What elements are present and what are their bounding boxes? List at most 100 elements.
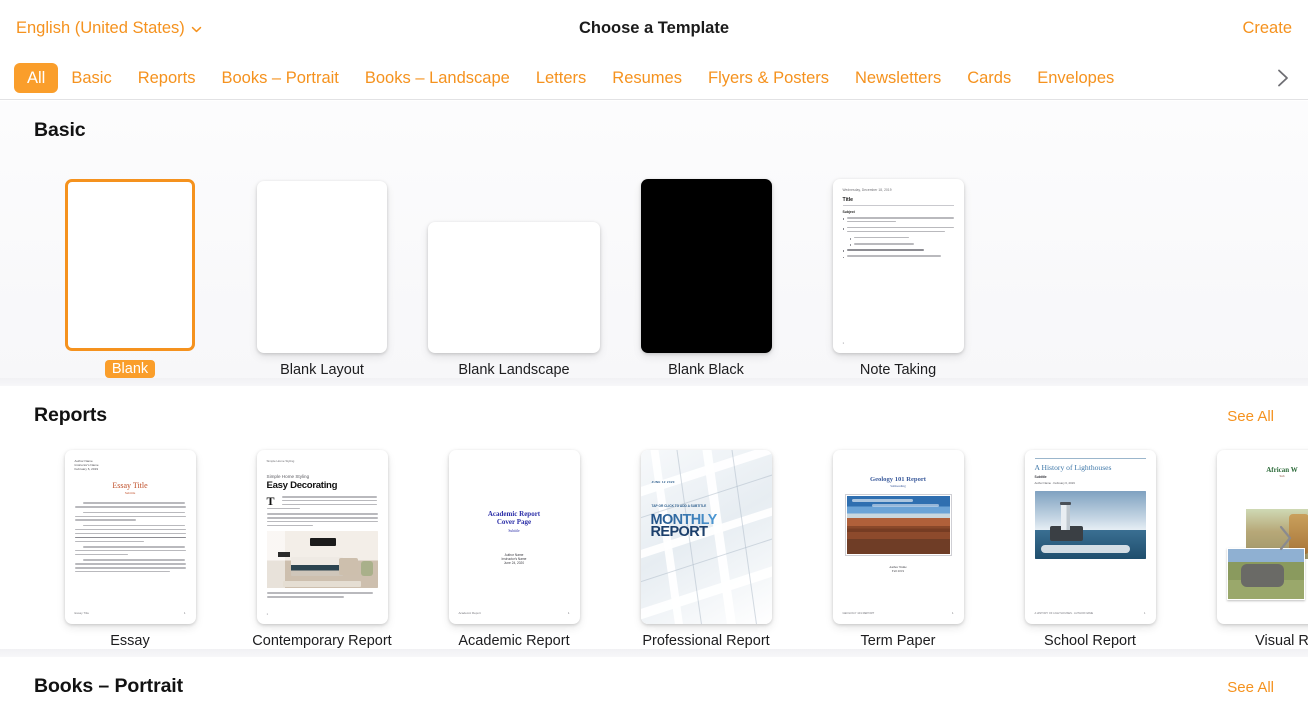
template-thumb-note-taking[interactable]: Wednesday, December 18, 2019 Title Subje… xyxy=(832,175,964,353)
academic-meta: Author Name Instructor's Name June 24, 2… xyxy=(459,553,570,566)
tab-cards[interactable]: Cards xyxy=(954,63,1024,93)
term-paper-term: Fall 2019 xyxy=(891,569,905,574)
academic-footer: Academic Report 1 xyxy=(459,611,570,615)
school-report-title: A History of Lighthouses xyxy=(1034,462,1112,472)
contemporary-kicker: Simple Home Styling xyxy=(266,474,310,479)
note-taking-title: Title xyxy=(842,197,854,203)
term-paper-subtitle: Subheading xyxy=(890,484,906,488)
section-books-portrait-header: Books – Portrait See All xyxy=(0,657,1308,698)
thumbnail-school-report: A History of Lighthouses Subtitle Author… xyxy=(1024,450,1156,624)
section-reports: Reports See All Author Name Instructor's… xyxy=(0,386,1308,649)
tab-all[interactable]: All xyxy=(14,62,59,93)
template-label-essay: Essay xyxy=(110,633,150,649)
template-thumb-term-paper[interactable]: Geology 101 Report Subheading Author Nam… xyxy=(832,444,964,624)
professional-kicker: TAP OR CLICK TO ADD A SUBTITLE xyxy=(651,504,707,508)
template-label-visual-report: Visual R xyxy=(1255,633,1308,649)
thumbnail-note-taking: Wednesday, December 18, 2019 Title Subje… xyxy=(832,179,964,353)
essay-footer-left: Essay Title xyxy=(74,611,90,615)
thumbnail-professional-report: JUNE 12 2020 TAP OR CLICK TO ADD A SUBTI… xyxy=(640,450,772,624)
academic-date: June 24, 2020 xyxy=(503,561,525,566)
note-taking-bullet xyxy=(843,236,954,241)
template-scroll-area[interactable]: Basic Blank Blank Layout Blank Landscape… xyxy=(0,101,1308,726)
template-thumb-school-report[interactable]: A History of Lighthouses Subtitle Author… xyxy=(1024,444,1156,624)
section-books-portrait: Books – Portrait See All xyxy=(0,657,1308,698)
window-titlebar: English (United States) Choose a Templat… xyxy=(0,0,1308,56)
template-label-school-report: School Report xyxy=(1044,633,1136,649)
essay-footer: Essay Title 1 xyxy=(75,611,186,615)
note-taking-bullet xyxy=(842,217,954,225)
tab-reports[interactable]: Reports xyxy=(125,63,209,93)
template-card-school-report[interactable]: A History of Lighthouses Subtitle Author… xyxy=(994,444,1186,649)
template-card-note-taking[interactable]: Wednesday, December 18, 2019 Title Subje… xyxy=(802,175,994,378)
template-card-blank-layout[interactable]: Blank Layout xyxy=(226,175,418,378)
note-taking-bullet xyxy=(842,249,954,253)
template-thumb-blank[interactable] xyxy=(65,173,195,351)
essay-meta: Author Name Instructor's Name February 6… xyxy=(75,459,186,471)
template-thumb-blank-black[interactable] xyxy=(640,175,772,353)
reports-next-chevron-right-icon[interactable] xyxy=(1272,518,1298,558)
category-tabbar: All Basic Reports Books – Portrait Books… xyxy=(0,56,1308,100)
essay-paragraph xyxy=(74,559,186,573)
template-thumb-blank-landscape[interactable] xyxy=(428,175,600,353)
template-card-academic-report[interactable]: Academic Report Cover Page Subtitle Auth… xyxy=(418,444,610,649)
contemporary-photo-bedroom xyxy=(266,531,378,589)
school-report-rule xyxy=(1034,458,1146,459)
note-taking-bullet xyxy=(843,243,954,247)
template-thumb-essay[interactable]: Author Name Instructor's Name February 6… xyxy=(64,444,196,624)
template-card-blank-black[interactable]: Blank Black xyxy=(610,175,802,378)
template-thumb-professional-report[interactable]: JUNE 12 2020 TAP OR CLICK TO ADD A SUBTI… xyxy=(640,444,772,624)
tab-letters[interactable]: Letters xyxy=(523,63,599,93)
contemporary-caption xyxy=(266,592,378,598)
note-taking-rule xyxy=(842,205,954,206)
school-report-photo-lighthouse xyxy=(1034,490,1146,559)
tab-flyers-posters[interactable]: Flyers & Posters xyxy=(695,63,842,93)
template-card-professional-report[interactable]: JUNE 12 2020 TAP OR CLICK TO ADD A SUBTI… xyxy=(610,444,802,649)
thumbnail-blank-black xyxy=(640,179,772,353)
note-taking-date: Wednesday, December 18, 2019 xyxy=(842,188,892,192)
visual-report-subtitle: Sub xyxy=(1279,474,1285,478)
see-all-books-portrait[interactable]: See All xyxy=(1227,679,1274,696)
thumbnail-contemporary-report: Simple Home Styling Simple Home Styling … xyxy=(256,450,388,624)
tab-newsletters[interactable]: Newsletters xyxy=(842,63,954,93)
essay-paragraph xyxy=(74,524,186,543)
template-card-term-paper[interactable]: Geology 101 Report Subheading Author Nam… xyxy=(802,444,994,649)
template-card-blank-landscape[interactable]: Blank Landscape xyxy=(418,175,610,378)
template-card-essay[interactable]: Author Name Instructor's Name February 6… xyxy=(34,444,226,649)
section-reports-title: Reports xyxy=(34,404,107,426)
template-label-note-taking: Note Taking xyxy=(859,362,937,378)
contemporary-body-2 xyxy=(266,513,378,527)
academic-footer-right: 1 xyxy=(567,611,570,615)
section-separator-band xyxy=(0,378,1308,386)
note-taking-bullet xyxy=(842,255,954,259)
template-card-contemporary-report[interactable]: Simple Home Styling Simple Home Styling … xyxy=(226,444,418,649)
visual-report-title: African W xyxy=(1266,466,1298,474)
language-selector[interactable]: English (United States) xyxy=(16,19,202,38)
template-label-blank-layout: Blank Layout xyxy=(280,362,364,378)
template-thumb-blank-layout[interactable] xyxy=(257,175,387,353)
section-basic-row: Blank Blank Layout Blank Landscape Blank… xyxy=(0,142,1308,378)
template-thumb-contemporary-report[interactable]: Simple Home Styling Simple Home Styling … xyxy=(256,444,388,624)
academic-footer-left: Academic Report xyxy=(458,611,481,615)
tab-resumes[interactable]: Resumes xyxy=(599,63,695,93)
see-all-reports[interactable]: See All xyxy=(1227,408,1274,425)
thumbnail-academic-report: Academic Report Cover Page Subtitle Auth… xyxy=(448,450,580,624)
tab-envelopes[interactable]: Envelopes xyxy=(1024,63,1127,93)
tabs-next-chevron-right-icon[interactable] xyxy=(1272,67,1294,89)
create-button[interactable]: Create xyxy=(1242,19,1292,38)
tab-books-landscape[interactable]: Books – Landscape xyxy=(352,63,523,93)
template-thumb-academic-report[interactable]: Academic Report Cover Page Subtitle Auth… xyxy=(448,444,580,624)
academic-title-line-2: Cover Page xyxy=(496,518,532,527)
bullet-icon xyxy=(842,218,845,220)
school-report-meta: Author Name · February 6, 2019 xyxy=(1034,480,1075,485)
term-paper-photo-canyon xyxy=(844,494,952,556)
academic-subtitle: Subtitle xyxy=(508,528,520,533)
template-card-blank[interactable]: Blank xyxy=(34,173,226,378)
section-basic-title: Basic xyxy=(34,119,86,141)
tab-books-portrait[interactable]: Books – Portrait xyxy=(208,63,351,93)
essay-paragraph xyxy=(74,511,186,521)
thumbnail-blank-landscape xyxy=(428,222,600,353)
term-paper-footer-right: 1 xyxy=(951,611,954,615)
essay-footer-right: 1 xyxy=(183,611,186,615)
tab-basic[interactable]: Basic xyxy=(58,63,124,93)
section-books-portrait-title: Books – Portrait xyxy=(34,675,184,697)
